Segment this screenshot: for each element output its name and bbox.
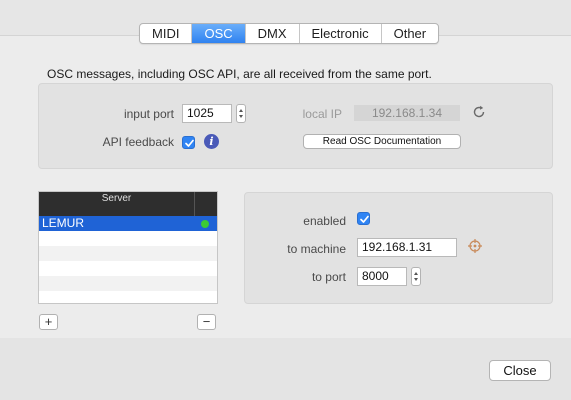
local-ip-label: local IP [302,107,342,121]
local-ip-value: 192.168.1.34 [354,105,460,121]
to-machine-label: to machine [287,242,346,256]
empty-row [39,291,217,303]
checkmark-icon [185,139,194,147]
info-icon[interactable]: i [204,134,219,149]
bottom-bar [0,338,571,400]
status-column-header [195,192,217,216]
input-port-label: input port [123,107,174,121]
osc-info-text: OSC messages, including OSC API, are all… [47,67,432,81]
server-column-header[interactable]: Server [39,192,195,216]
status-indicator-icon [201,220,209,228]
enabled-checkbox[interactable] [357,212,370,225]
network-target-icon[interactable] [467,238,483,254]
tab-electronic[interactable]: Electronic [300,24,382,43]
read-osc-documentation-button[interactable]: Read OSC Documentation [303,134,461,149]
input-settings-panel [38,83,553,169]
tab-osc[interactable]: OSC [192,24,246,43]
empty-row [39,276,217,291]
server-list: Server LEMUR [38,191,218,304]
empty-row [39,231,217,246]
api-feedback-label: API feedback [102,135,174,149]
add-server-button[interactable]: + [39,314,58,330]
empty-row [39,246,217,261]
checkmark-icon [360,215,369,223]
to-port-label: to port [311,270,346,284]
empty-row [39,261,217,276]
tab-midi[interactable]: MIDI [140,24,193,43]
enabled-label: enabled [303,214,346,228]
refresh-icon[interactable] [472,105,486,119]
tab-dmx[interactable]: DMX [246,24,300,43]
tab-other[interactable]: Other [382,24,439,43]
to-port-field[interactable]: 8000 [357,267,407,286]
input-port-field[interactable]: 1025 [182,104,232,123]
remove-server-button[interactable]: − [197,314,216,330]
input-port-stepper[interactable] [236,104,246,123]
server-list-header: Server [39,192,217,216]
to-port-stepper[interactable] [411,267,421,286]
server-name: LEMUR [42,216,85,230]
tab-bar: MIDI OSC DMX Electronic Other [139,23,440,44]
server-row-lemur[interactable]: LEMUR [39,216,217,231]
to-machine-field[interactable]: 192.168.1.31 [357,238,457,257]
api-feedback-checkbox[interactable] [182,136,195,149]
close-button[interactable]: Close [489,360,551,381]
